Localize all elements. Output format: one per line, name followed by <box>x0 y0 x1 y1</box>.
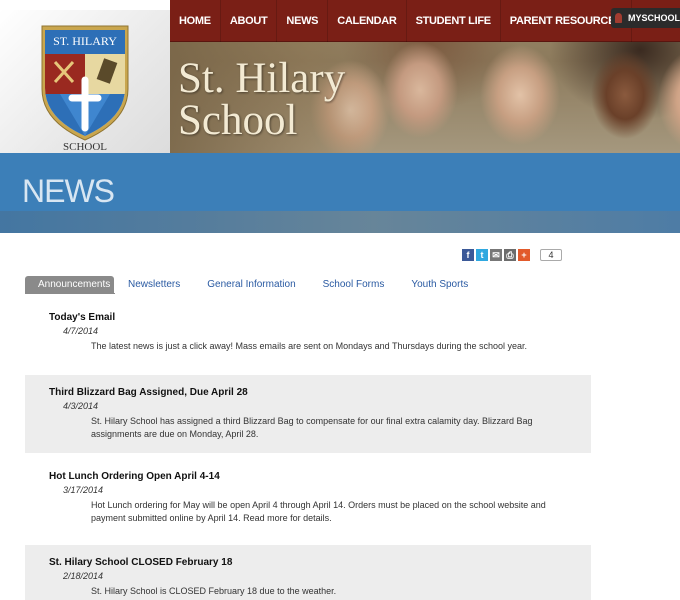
nav-student-life[interactable]: STUDENT LIFE <box>407 0 501 42</box>
article-date: 4/3/2014 <box>63 401 99 411</box>
share-count: 4 <box>540 249 562 261</box>
article-summary: St. Hilary School has assigned a third B… <box>91 416 533 439</box>
bell-icon <box>615 13 622 23</box>
tab-school-forms[interactable]: School Forms <box>323 276 385 294</box>
myschool-label: MYSCHOOL <box>627 13 680 23</box>
email-icon[interactable]: ✉ <box>490 249 502 261</box>
article-date: 2/18/2014 <box>63 571 104 581</box>
nav-about[interactable]: ABOUT <box>221 0 278 42</box>
myschool-button[interactable]: MYSCHOOL <box>611 8 680 28</box>
article-date: 4/7/2014 <box>63 326 99 336</box>
article-title[interactable]: Third Blizzard Bag Assigned, Due April 2… <box>49 387 567 398</box>
list-item: Third Blizzard Bag Assigned, Due April 2… <box>25 375 591 453</box>
page-banner: NEWS <box>0 153 680 233</box>
school-title: St. Hilary School <box>178 55 346 144</box>
article-title[interactable]: Today's Email <box>49 312 567 323</box>
article-summary: The latest news is just a click away! Ma… <box>91 341 528 351</box>
news-list: Today's Email 4/7/2014 The latest news i… <box>25 300 591 600</box>
article-summary: St. Hilary School is CLOSED February 18 … <box>91 586 337 596</box>
list-item: St. Hilary School CLOSED February 18 2/1… <box>25 545 591 600</box>
school-title-line1: St. Hilary <box>178 55 346 102</box>
tab-general-information[interactable]: General Information <box>207 276 295 294</box>
list-item: Hot Lunch Ordering Open April 4-14 3/17/… <box>25 459 591 537</box>
page-title: NEWS <box>22 173 115 209</box>
nav-news[interactable]: NEWS <box>277 0 329 42</box>
logo-top-text: ST. HILARY <box>53 34 117 48</box>
article-date: 3/17/2014 <box>63 485 104 495</box>
facebook-icon[interactable]: f <box>462 249 474 261</box>
twitter-icon[interactable]: t <box>476 249 488 261</box>
school-title-line2: School <box>178 97 298 144</box>
logo-area[interactable]: ST. HILARY SCHOOL <box>0 10 170 153</box>
news-tabs: Announcements Newsletters General Inform… <box>25 276 495 294</box>
print-icon[interactable]: ⎙ <box>504 249 516 261</box>
article-title[interactable]: Hot Lunch Ordering Open April 4-14 <box>49 471 567 482</box>
list-item: Today's Email 4/7/2014 The latest news i… <box>25 300 591 365</box>
share-toolbar: f t ✉ ⎙ + 4 <box>462 249 562 261</box>
logo-bottom-text: SCHOOL <box>63 141 107 153</box>
site-header: ST. HILARY SCHOOL HOME ABOUT NEWS CALEND… <box>0 0 680 153</box>
article-summary: Hot Lunch ordering for May will be open … <box>91 500 546 523</box>
tab-youth-sports[interactable]: Youth Sports <box>411 276 468 294</box>
share-plus-icon[interactable]: + <box>518 249 530 261</box>
main-navigation: HOME ABOUT NEWS CALENDAR STUDENT LIFE PA… <box>170 0 680 42</box>
article-title[interactable]: St. Hilary School CLOSED February 18 <box>49 557 567 568</box>
tab-newsletters[interactable]: Newsletters <box>128 276 180 294</box>
school-crest-logo[interactable]: ST. HILARY SCHOOL <box>0 10 170 153</box>
nav-calendar[interactable]: CALENDAR <box>328 0 407 42</box>
nav-home[interactable]: HOME <box>170 0 221 42</box>
tab-announcements[interactable]: Announcements <box>25 276 114 294</box>
